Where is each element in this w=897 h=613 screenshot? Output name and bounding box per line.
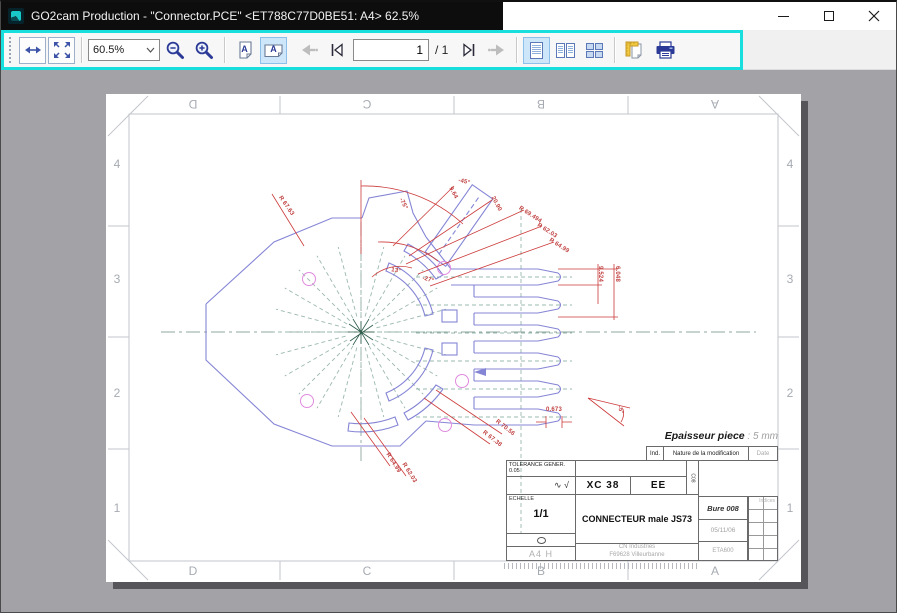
empty-cell [575,460,687,477]
material-cell: XC 38 [575,476,631,495]
revision-date-header: Date [748,446,778,461]
minimize-icon [778,16,789,17]
scale-cell: ECHELLE 1/1 [506,494,576,534]
side-cell: C08 [686,460,699,495]
toolbar-separator [614,37,615,63]
code-cell: EE [630,476,687,495]
toolbar-separator [516,37,517,63]
zoom-out-button[interactable] [162,37,189,64]
thickness-note-value: : 5 mm [745,431,778,442]
first-page-icon [328,40,348,60]
next-view-button[interactable] [483,37,510,64]
toolbar-highlight: 60.5% [1,30,743,70]
toolbar-separator [224,37,225,63]
tolerance-cell: TOLERANCE GENER. 0.05 [506,460,576,477]
window-controls [761,2,896,30]
landscape-page-letter: A [261,44,286,54]
two-page-icon [556,43,575,58]
margin-ticks [504,563,700,569]
page-setup-button[interactable] [621,37,648,64]
preview-canvas: DCBADCBA43214321 -45°-75°9.6420.90R 69.4… [1,70,896,612]
fit-page-icon [53,41,71,59]
thickness-note-label: Epaisseur piece [665,430,745,442]
print-button[interactable] [650,37,682,64]
maximize-icon [824,11,834,21]
page-number-input[interactable] [353,39,429,61]
revision-ind-header: Ind. [646,446,664,461]
toolbar-separator [81,37,82,63]
four-page-view-button[interactable] [581,37,608,64]
portrait-page-letter: A [232,44,257,54]
side-cell-label: C08 [690,473,696,482]
previous-view-button[interactable] [295,37,322,64]
bureau-cell: Bure 008 [698,496,748,520]
revision-nature-header: Nature de la modification [663,446,749,461]
company-city: F69628 Villeurbanne [609,552,664,560]
scale-value: 1/1 [533,508,548,520]
app-icon [8,8,24,24]
print-preview-toolbar: 60.5% [1,30,896,70]
fit-page-button[interactable] [48,37,75,64]
zoom-in-button[interactable] [191,37,218,64]
thickness-note: Epaisseur piece : 5 mm [506,426,778,444]
maximize-button[interactable] [806,2,851,30]
arrow-right-icon [486,40,508,60]
printer-icon [654,40,678,61]
two-page-view-button[interactable] [552,37,579,64]
last-page-button[interactable] [454,37,481,64]
fit-width-button[interactable] [19,37,46,64]
toolbar-grip[interactable] [9,37,13,63]
part-title-cell: CONNECTEUR male JS73 [575,494,699,544]
close-icon [868,10,880,22]
projection-symbol-icon [537,537,546,544]
landscape-orientation-button[interactable]: A [260,37,287,64]
fit-width-icon [24,41,42,59]
single-page-view-button[interactable] [523,37,550,64]
reference-cell: ETA600 [698,541,748,561]
format-cell: A4 H [506,546,576,561]
zoom-level-select[interactable]: 60.5% [88,39,160,61]
page-total-label: / 1 [435,43,448,57]
titlebar-dark-area: GO2cam Production - "Connector.PCE" <ET7… [1,2,503,30]
indices-grid: Indices [748,496,778,561]
portrait-orientation-button[interactable]: A [231,37,258,64]
ruler-page-icon [624,40,645,60]
minimize-button[interactable] [761,2,806,30]
last-page-icon [458,40,478,60]
projection-cell [506,533,576,547]
drawing-sheet: DCBADCBA43214321 -45°-75°9.6420.90R 69.4… [106,94,801,582]
arrow-left-icon [298,40,320,60]
app-window: GO2cam Production - "Connector.PCE" <ET7… [0,0,897,613]
close-button[interactable] [851,2,896,30]
four-page-icon [586,43,603,58]
scale-label: ECHELLE [509,496,534,502]
zoom-out-icon [165,40,186,61]
window-title: GO2cam Production - "Connector.PCE" <ET7… [31,9,419,23]
chevron-down-icon [146,47,155,53]
roughness-cell: ∿ √ [506,476,576,495]
date-value-cell: 05/11/06 [698,519,748,542]
company-cell: CN Industries F69628 Villeurbanne [575,543,699,561]
zoom-in-icon [194,40,215,61]
first-page-button[interactable] [324,37,351,64]
zoom-level-value: 60.5% [93,44,142,56]
single-page-icon [530,42,543,59]
company-name: CN Industries [619,544,655,552]
titlebar: GO2cam Production - "Connector.PCE" <ET7… [1,2,896,30]
